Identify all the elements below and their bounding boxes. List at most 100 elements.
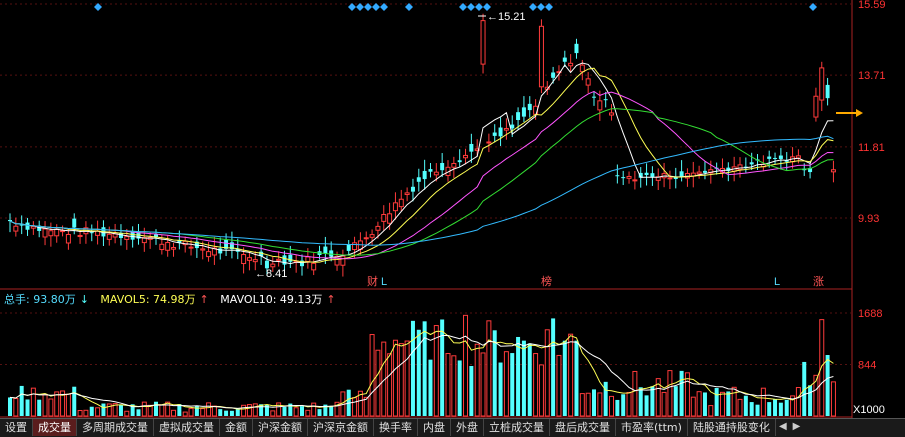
candle-body-up <box>305 256 311 262</box>
volume-bar-down <box>615 399 620 416</box>
candle-body-up <box>433 171 439 176</box>
volume-bar-up <box>585 392 591 417</box>
volume-bar-down <box>457 360 462 416</box>
tab-virtual-volume[interactable]: 虚拟成交量 <box>154 419 220 436</box>
volume-bar-up <box>568 333 574 417</box>
scroll-left-icon[interactable]: ◀ <box>776 419 790 437</box>
tab-inner-volume[interactable]: 内盘 <box>418 419 451 436</box>
volume-bar-up <box>387 353 393 417</box>
tab-settings[interactable]: 设置 <box>0 419 33 436</box>
volume-bar-up <box>404 340 410 417</box>
candle-body-up <box>206 251 212 258</box>
candle-body-up <box>252 259 258 263</box>
candle-body-up <box>480 20 486 65</box>
candle-body-up <box>363 237 369 240</box>
tab-northbound-holding-change[interactable]: 陆股通持股变化 <box>688 419 776 436</box>
candle-body-down <box>749 162 754 165</box>
volume-bar-down <box>562 340 567 416</box>
tab-outer-volume[interactable]: 外盘 <box>451 419 484 436</box>
volume-bar-down <box>235 409 240 416</box>
price-tick-label: 11.81 <box>858 142 885 154</box>
tab-pe-ttm[interactable]: 市盈率(ttm) <box>616 419 688 436</box>
candle-body-down <box>773 157 778 159</box>
tab-turnover-rate[interactable]: 换手率 <box>374 419 418 436</box>
volume-bar-down <box>603 381 608 416</box>
volume-bar-up <box>246 404 252 417</box>
price-tick-label: 9.93 <box>858 213 879 225</box>
volume-bar-down <box>592 389 596 416</box>
candle-body-up <box>381 213 387 222</box>
candle-body-up <box>813 95 819 118</box>
candle-body-up <box>737 164 743 170</box>
candle-body-up <box>124 236 130 240</box>
tab-amount[interactable]: 金额 <box>220 419 253 436</box>
volume-bar-down <box>25 399 30 416</box>
mavol5-line <box>9 330 834 410</box>
volume-bar-down <box>154 401 158 416</box>
candle-body-down <box>469 143 474 152</box>
kline-chart[interactable]: 15.5913.7111.819.93←15.21←8.41财 L 榜 L 涨16888… <box>0 0 905 418</box>
volume-bar-down <box>767 402 772 416</box>
volume-bar-up <box>83 409 89 417</box>
volume-bar-up <box>13 398 19 417</box>
volume-bar-up <box>398 343 404 417</box>
candle-body-up <box>165 242 171 251</box>
candle-body-up <box>503 128 509 131</box>
candle-body-down <box>410 186 415 192</box>
tab-sh-sz-amount[interactable]: 沪深金额 <box>253 419 308 436</box>
volume-bar-down <box>19 385 24 416</box>
volume-bar-up <box>95 407 101 417</box>
volume-bar-up <box>719 391 725 417</box>
candle-body-down <box>72 218 77 228</box>
candle-body-up <box>48 230 54 237</box>
tab-multi-period-volume[interactable]: 多周期成交量 <box>77 419 154 436</box>
volume-bar-up <box>188 408 194 417</box>
candle-body-down <box>679 171 684 177</box>
candle-body-up <box>375 225 381 231</box>
volume-bar-up <box>579 393 585 417</box>
candle-body-down <box>498 127 503 137</box>
mavol10-arrow: ↑ <box>326 293 336 306</box>
event-diamond-icon <box>467 3 475 11</box>
volume-bar-down <box>673 386 678 416</box>
volume-bar-down <box>638 387 643 416</box>
tab-sh-sz-bj-amount[interactable]: 沪深京金额 <box>308 419 374 436</box>
candle-body-down <box>516 112 521 121</box>
volume-bar-down <box>469 366 474 416</box>
rise-marker: 涨 <box>813 275 824 288</box>
volume-bar-up <box>206 402 212 417</box>
volume-bar-up <box>270 410 276 417</box>
candle-body-up <box>171 247 177 250</box>
candle-body-up <box>369 234 375 238</box>
candle-body-up <box>819 67 825 101</box>
volume-bar-down <box>702 392 707 416</box>
volume-bar-up <box>626 391 632 417</box>
stock-chart-window: 15.59 13.71 11.81 9.93 ←15.21 ←8.41 财 L 榜 L 涨 1688 8… <box>0 0 905 437</box>
candle-body-down <box>551 72 556 78</box>
volume-bar-up <box>597 392 603 417</box>
candle-body-down <box>521 107 526 117</box>
volume-bar-up <box>830 381 836 417</box>
volume-bar-down <box>317 409 322 416</box>
candle-body-up <box>579 64 585 73</box>
candle-body-up <box>463 154 469 159</box>
volume-bar-down <box>650 386 655 416</box>
volume-bar-up <box>696 391 702 417</box>
volume-bar-up <box>451 355 457 417</box>
scroll-right-icon[interactable]: ▶ <box>790 419 804 437</box>
event-diamond-icon <box>348 3 356 11</box>
volume-bar-up <box>363 396 369 417</box>
candle-body-up <box>830 169 836 173</box>
volume-bar-down <box>37 399 42 416</box>
tab-pile-volume[interactable]: 立桩成交量 <box>484 419 550 436</box>
volume-bar-up <box>48 398 54 417</box>
candle-body-up <box>451 162 457 168</box>
tab-volume[interactable]: 成交量 <box>33 419 77 436</box>
candle-body-up <box>241 254 247 265</box>
volume-bar-down <box>825 355 830 416</box>
tab-after-hours-volume[interactable]: 盘后成交量 <box>550 419 616 436</box>
candle-body-down <box>825 84 830 99</box>
candle-body-up <box>696 171 702 175</box>
candle-body-down <box>288 254 293 262</box>
volume-bar-up <box>544 329 550 417</box>
